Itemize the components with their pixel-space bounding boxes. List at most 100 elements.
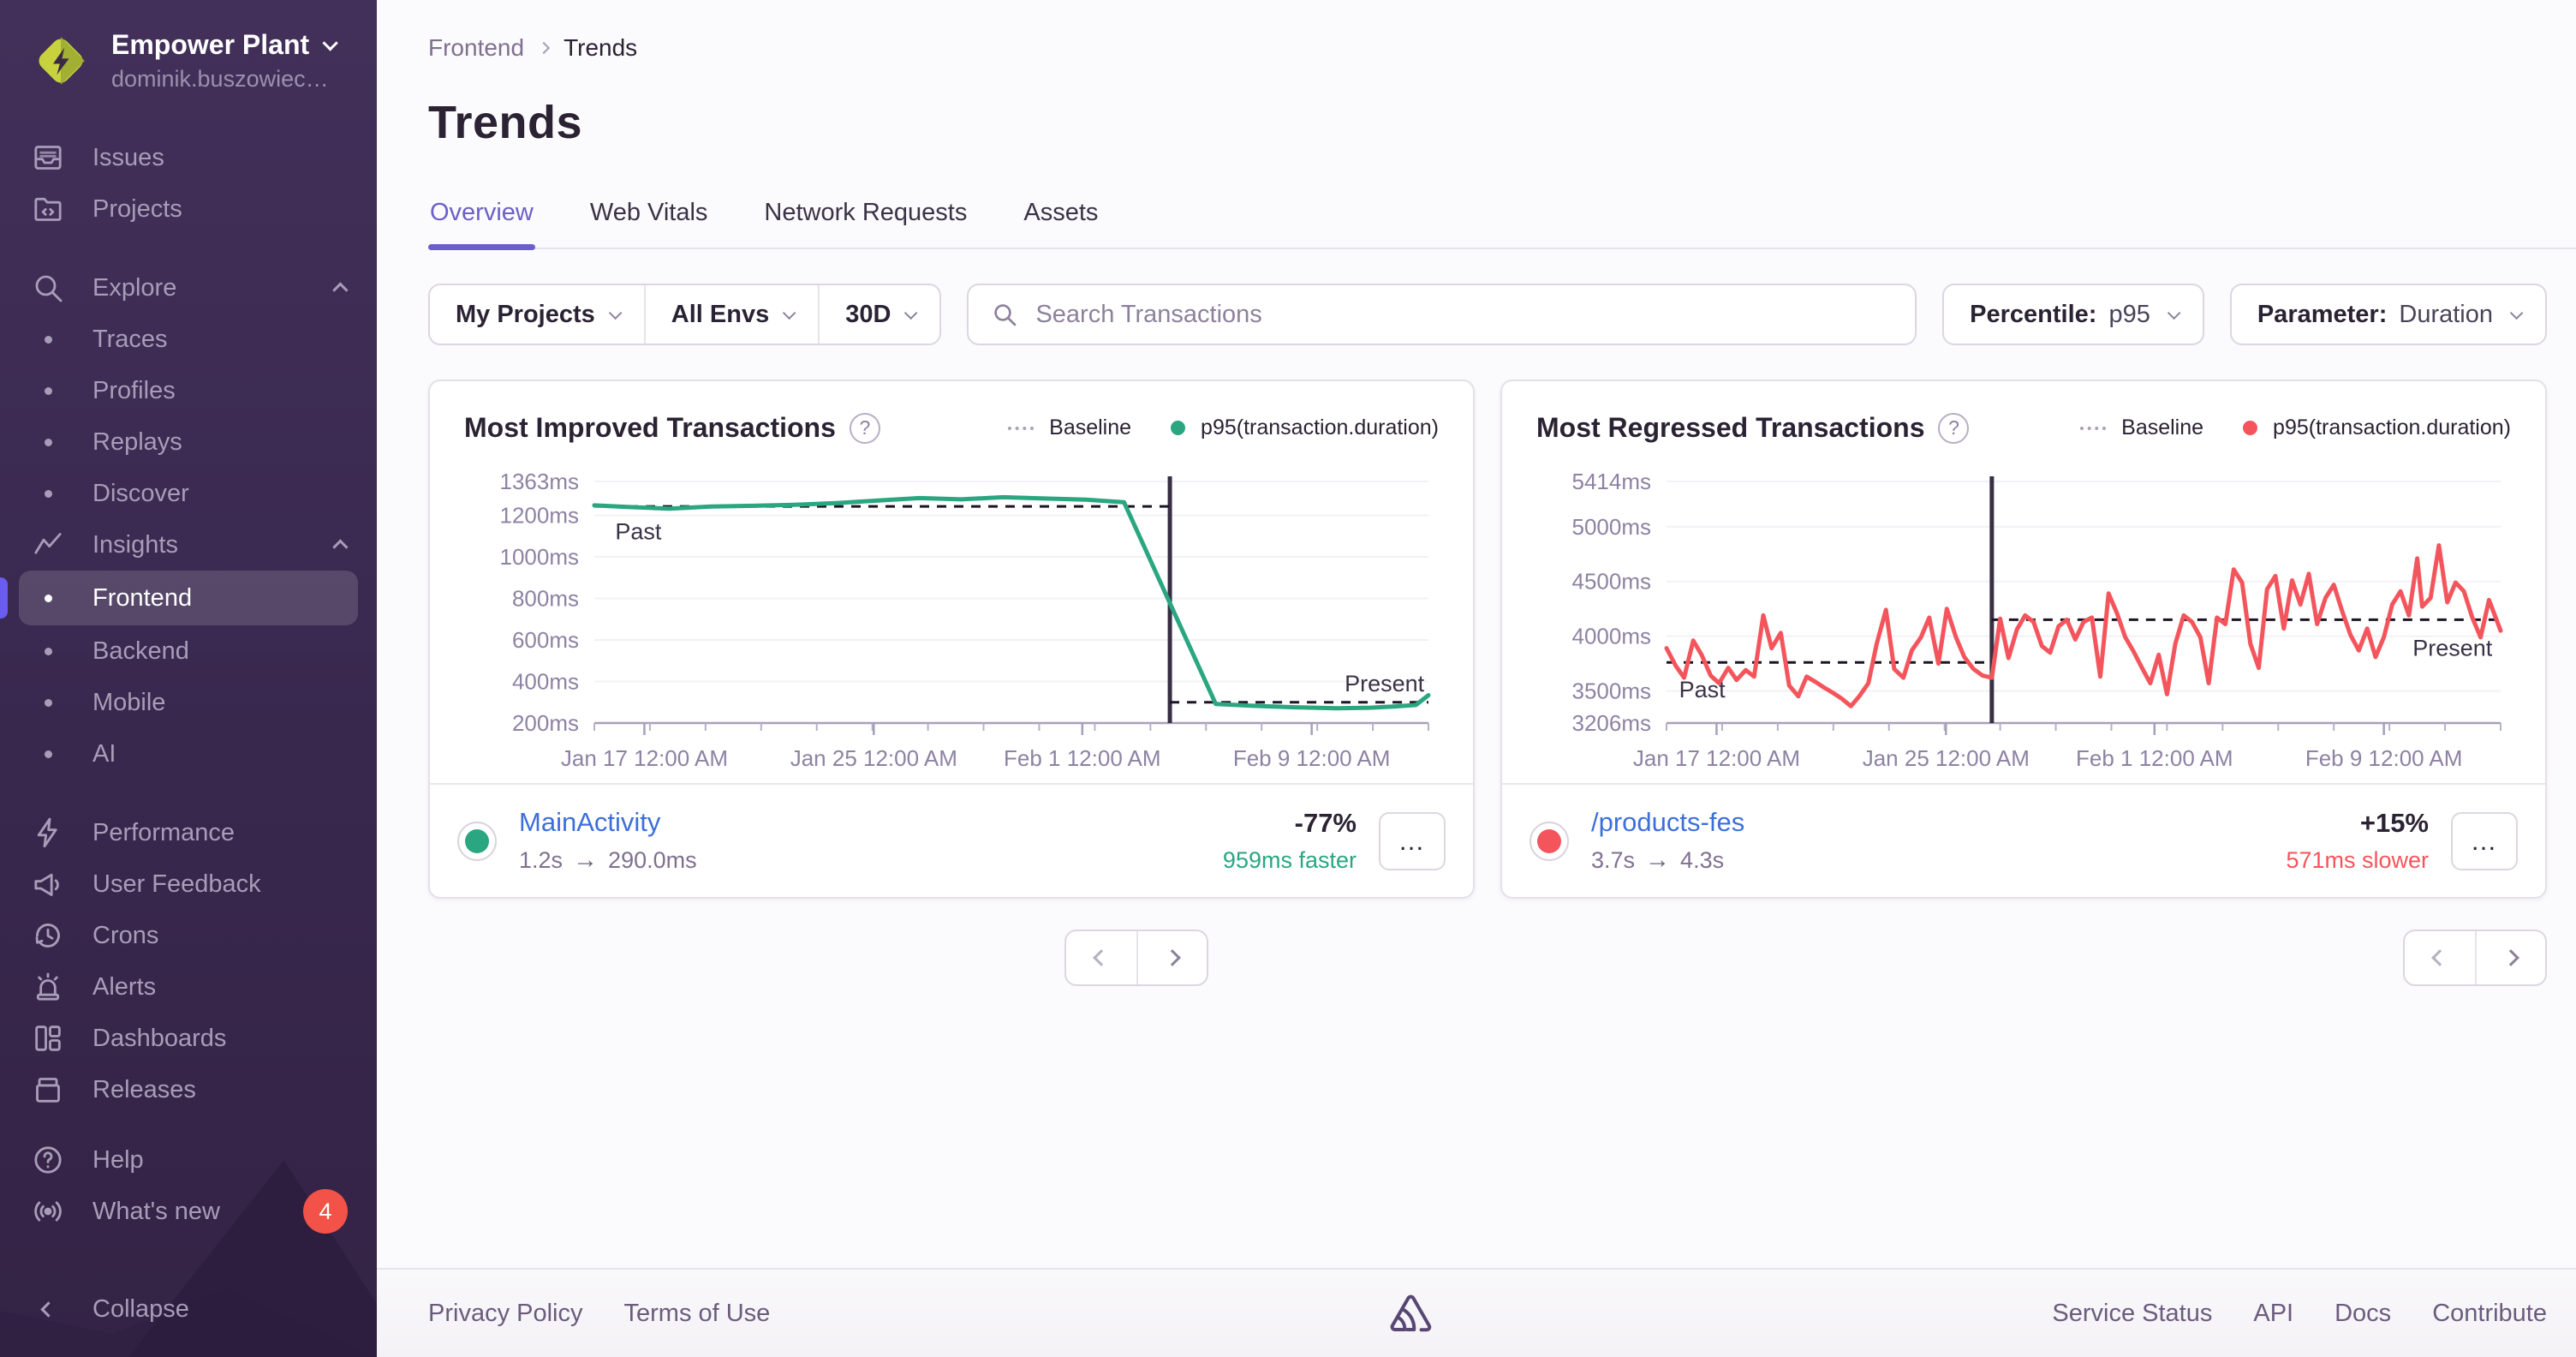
sidebar-item-projects[interactable]: Projects [0,183,377,235]
sidebar-collapse-button[interactable]: Collapse [0,1283,377,1335]
duration-before: 3.7s [1591,847,1635,874]
tab-web-vitals[interactable]: Web Vitals [588,199,710,248]
svg-text:Jan 25 12:00 AM: Jan 25 12:00 AM [1863,745,2030,771]
sidebar-item-label: AI [92,740,116,768]
help-icon[interactable]: ? [1938,413,1969,444]
tab-assets[interactable]: Assets [1022,199,1100,248]
sidebar-item-label: Traces [92,326,168,354]
environment-filter-label: All Envs [671,301,769,329]
transaction-row: /products-fes 3.7s → 4.3s +15% 571ms slo… [1502,785,2545,897]
svg-text:800ms: 800ms [512,586,579,612]
sidebar-item-profiles[interactable]: Profiles [0,365,377,416]
tab-overview[interactable]: Overview [428,199,535,248]
sidebar-item-frontend[interactable]: Frontend [19,571,358,625]
org-switcher[interactable]: Empower Plant dominik.buszowiec… [0,0,377,93]
arrow-right-icon: → [1645,846,1670,875]
svg-text:3206ms: 3206ms [1572,710,1652,736]
sidebar-item-explore[interactable]: Explore [0,262,377,314]
sidebar: Empower Plant dominik.buszowiec… Issues … [0,0,377,1357]
sidebar-item-whats-new[interactable]: What's new 4 [0,1186,377,1237]
parameter-dropdown[interactable]: Parameter: Duration [2230,284,2547,345]
tab-network-requests[interactable]: Network Requests [762,199,969,248]
terms-of-use-link[interactable]: Terms of Use [624,1300,771,1328]
siren-icon [29,970,67,1004]
breadcrumb-parent[interactable]: Frontend [428,34,524,62]
sidebar-item-label: Frontend [92,584,192,613]
sidebar-item-alerts[interactable]: Alerts [0,961,377,1013]
sidebar-item-releases[interactable]: Releases [0,1064,377,1115]
date-range-label: 30D [845,301,891,329]
regressed-trend-chart[interactable]: 5414ms5000ms4500ms4000ms3500ms3206msJan … [1536,468,2511,778]
privacy-policy-link[interactable]: Privacy Policy [428,1300,583,1328]
sidebar-item-label: Dashboards [92,1025,226,1053]
sidebar-item-user-feedback[interactable]: User Feedback [0,858,377,910]
svg-text:1363ms: 1363ms [500,469,580,494]
service-status-link[interactable]: Service Status [2052,1300,2212,1328]
sidebar-item-label: Replays [92,428,182,457]
baseline-legend-label: Baseline [1049,415,1131,440]
transaction-link[interactable]: /products-fes [1591,807,1744,838]
search-input[interactable] [1035,301,1893,329]
sidebar-item-mobile[interactable]: Mobile [0,677,377,728]
sidebar-item-ai[interactable]: AI [0,728,377,780]
more-actions-button[interactable]: … [1379,812,1446,870]
next-page-button[interactable] [2475,931,2545,984]
tab-bar: Overview Web Vitals Network Requests Ass… [428,199,2576,249]
sidebar-item-label: Performance [92,819,235,847]
page-filter-group: My Projects All Envs 30D [428,284,941,345]
svg-text:3500ms: 3500ms [1572,678,1652,703]
previous-page-button[interactable] [2405,931,2475,984]
pagination-row [428,930,2547,986]
baseline-legend-icon [2080,427,2106,430]
svg-text:Feb 1 12:00 AM: Feb 1 12:00 AM [1004,745,1161,771]
svg-text:Past: Past [615,518,662,544]
sidebar-item-backend[interactable]: Backend [0,625,377,677]
sidebar-item-help[interactable]: Help [0,1134,377,1186]
page-footer: Privacy Policy Terms of Use Service Stat… [377,1268,2576,1357]
date-range-filter[interactable]: 30D [818,285,939,344]
bullet-icon [29,336,67,344]
arrow-right-icon: → [573,846,598,875]
svg-text:1000ms: 1000ms [500,544,580,570]
api-link[interactable]: API [2253,1300,2293,1328]
clock-icon [29,918,67,953]
transaction-row: MainActivity 1.2s → 290.0ms -77% 959ms f… [430,785,1473,897]
percentile-dropdown[interactable]: Percentile: p95 [1942,284,2204,345]
baseline-legend-label: Baseline [2121,415,2203,440]
chevron-down-icon [609,306,623,320]
sidebar-item-insights[interactable]: Insights [0,519,377,571]
percent-change: +15% [2360,808,2429,839]
contribute-link[interactable]: Contribute [2432,1300,2547,1328]
sidebar-item-label: Mobile [92,689,165,717]
sidebar-item-discover[interactable]: Discover [0,468,377,519]
insights-icon [29,528,67,562]
broadcast-icon [29,1194,67,1228]
series-legend-icon [1171,421,1185,435]
next-page-button[interactable] [1136,931,1207,984]
breadcrumb-current: Trends [564,34,637,62]
bullet-icon [29,699,67,707]
improved-trend-chart[interactable]: 1363ms1200ms1000ms800ms600ms400ms200msJa… [464,468,1439,778]
sidebar-item-traces[interactable]: Traces [0,314,377,365]
help-icon[interactable]: ? [850,413,880,444]
environment-filter[interactable]: All Envs [644,285,818,344]
series-radio[interactable] [1530,822,1569,861]
search-box [967,284,1917,345]
percentile-label: Percentile: [1970,301,2096,329]
sidebar-item-performance[interactable]: Performance [0,807,377,858]
svg-text:5000ms: 5000ms [1572,514,1652,540]
more-actions-button[interactable]: … [2451,812,2518,870]
previous-page-button[interactable] [1066,931,1136,984]
sidebar-item-replays[interactable]: Replays [0,416,377,468]
transaction-link[interactable]: MainActivity [519,807,697,838]
series-radio[interactable] [457,822,497,861]
org-name: Empower Plant [111,29,309,61]
sidebar-item-issues[interactable]: Issues [0,132,377,183]
sidebar-item-dashboards[interactable]: Dashboards [0,1013,377,1064]
docs-link[interactable]: Docs [2334,1300,2391,1328]
svg-text:Present: Present [1345,671,1425,696]
projects-filter[interactable]: My Projects [430,285,644,344]
baseline-legend-icon [1008,427,1034,430]
chevron-right-icon [538,42,550,54]
sidebar-item-crons[interactable]: Crons [0,910,377,961]
